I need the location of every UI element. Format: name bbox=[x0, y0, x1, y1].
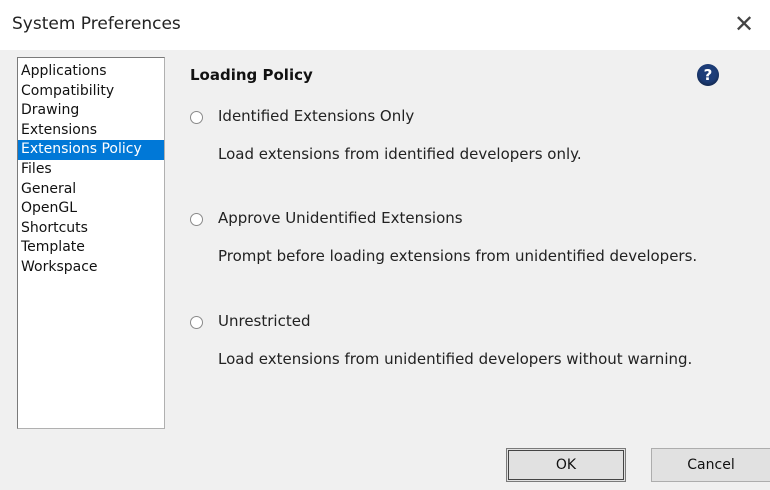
option-description: Load extensions from identified develope… bbox=[218, 145, 582, 163]
sidebar-item-general[interactable]: General bbox=[18, 180, 164, 200]
help-icon[interactable]: ? bbox=[697, 64, 719, 86]
sidebar-item-extensions-policy[interactable]: Extensions Policy bbox=[18, 140, 164, 160]
window-title: System Preferences bbox=[12, 14, 181, 34]
option-label[interactable]: Unrestricted bbox=[218, 312, 310, 330]
sidebar-item-shortcuts[interactable]: Shortcuts bbox=[18, 219, 164, 239]
radio-button-icon[interactable] bbox=[190, 111, 203, 124]
sidebar-item-drawing[interactable]: Drawing bbox=[18, 101, 164, 121]
option-label[interactable]: Approve Unidentified Extensions bbox=[218, 209, 463, 227]
sidebar-item-template[interactable]: Template bbox=[18, 238, 164, 258]
option-description: Load extensions from unidentified develo… bbox=[218, 350, 693, 368]
sidebar-item-workspace[interactable]: Workspace bbox=[18, 258, 164, 278]
radio-button-icon[interactable] bbox=[190, 316, 203, 329]
radio-button-icon[interactable] bbox=[190, 213, 203, 226]
option-label[interactable]: Identified Extensions Only bbox=[218, 107, 414, 125]
sidebar-item-files[interactable]: Files bbox=[18, 160, 164, 180]
title-bar: System Preferences ✕ bbox=[0, 0, 770, 50]
sidebar-item-opengl[interactable]: OpenGL bbox=[18, 199, 164, 219]
category-list[interactable]: Applications Compatibility Drawing Exten… bbox=[17, 57, 165, 429]
ok-button[interactable]: OK bbox=[506, 448, 626, 482]
section-title: Loading Policy bbox=[190, 66, 313, 84]
sidebar-item-compatibility[interactable]: Compatibility bbox=[18, 82, 164, 102]
close-icon[interactable]: ✕ bbox=[728, 8, 760, 40]
cancel-button[interactable]: Cancel bbox=[651, 448, 770, 482]
option-description: Prompt before loading extensions from un… bbox=[218, 247, 698, 265]
sidebar-item-applications[interactable]: Applications bbox=[18, 62, 164, 82]
sidebar-item-extensions[interactable]: Extensions bbox=[18, 121, 164, 141]
